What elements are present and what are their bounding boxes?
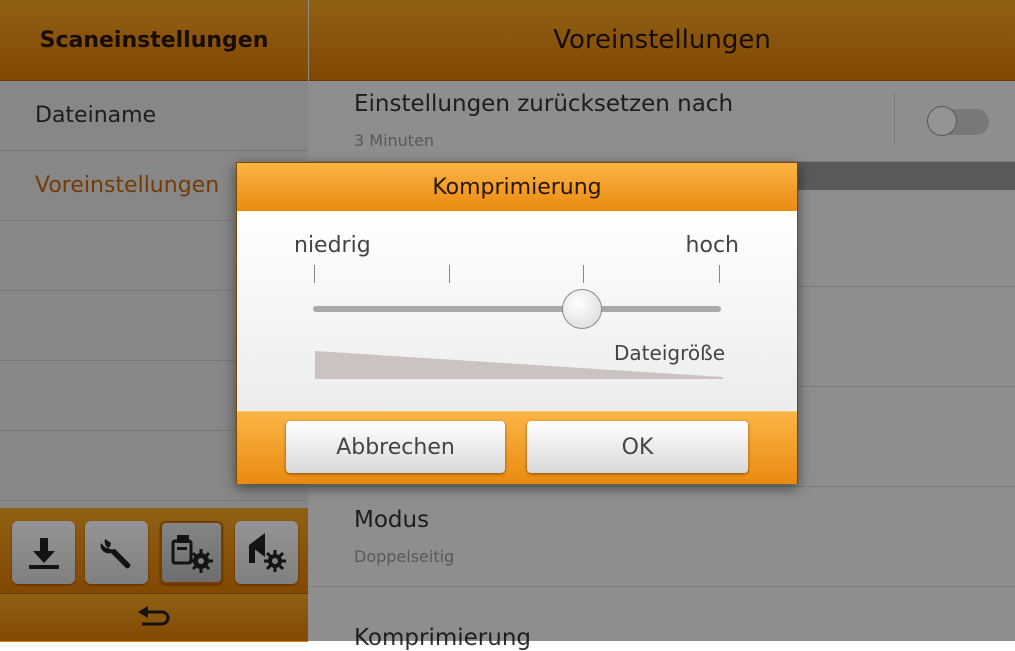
slider-tick [314,265,315,283]
app-window: Scaneinstellungen Dateiname Voreinstellu… [0,0,1015,651]
cancel-button[interactable]: Abbrechen [286,421,505,473]
dialog-body: niedrig hoch Dateigröße [237,211,797,411]
filesize-wedge-icon [315,351,723,379]
dialog-footer: Abbrechen OK [237,411,797,484]
compression-slider-track[interactable] [313,306,721,312]
compression-slider-thumb[interactable] [562,289,603,329]
ok-button[interactable]: OK [527,421,748,473]
slider-tick [719,265,720,283]
high-label: hoch [685,233,739,258]
slider-tick [583,265,584,283]
slider-tick [449,265,450,283]
low-label: niedrig [294,233,371,258]
dialog-title: Komprimierung [237,163,797,211]
compression-dialog: Komprimierung niedrig hoch Dateigröße Ab… [236,162,798,484]
